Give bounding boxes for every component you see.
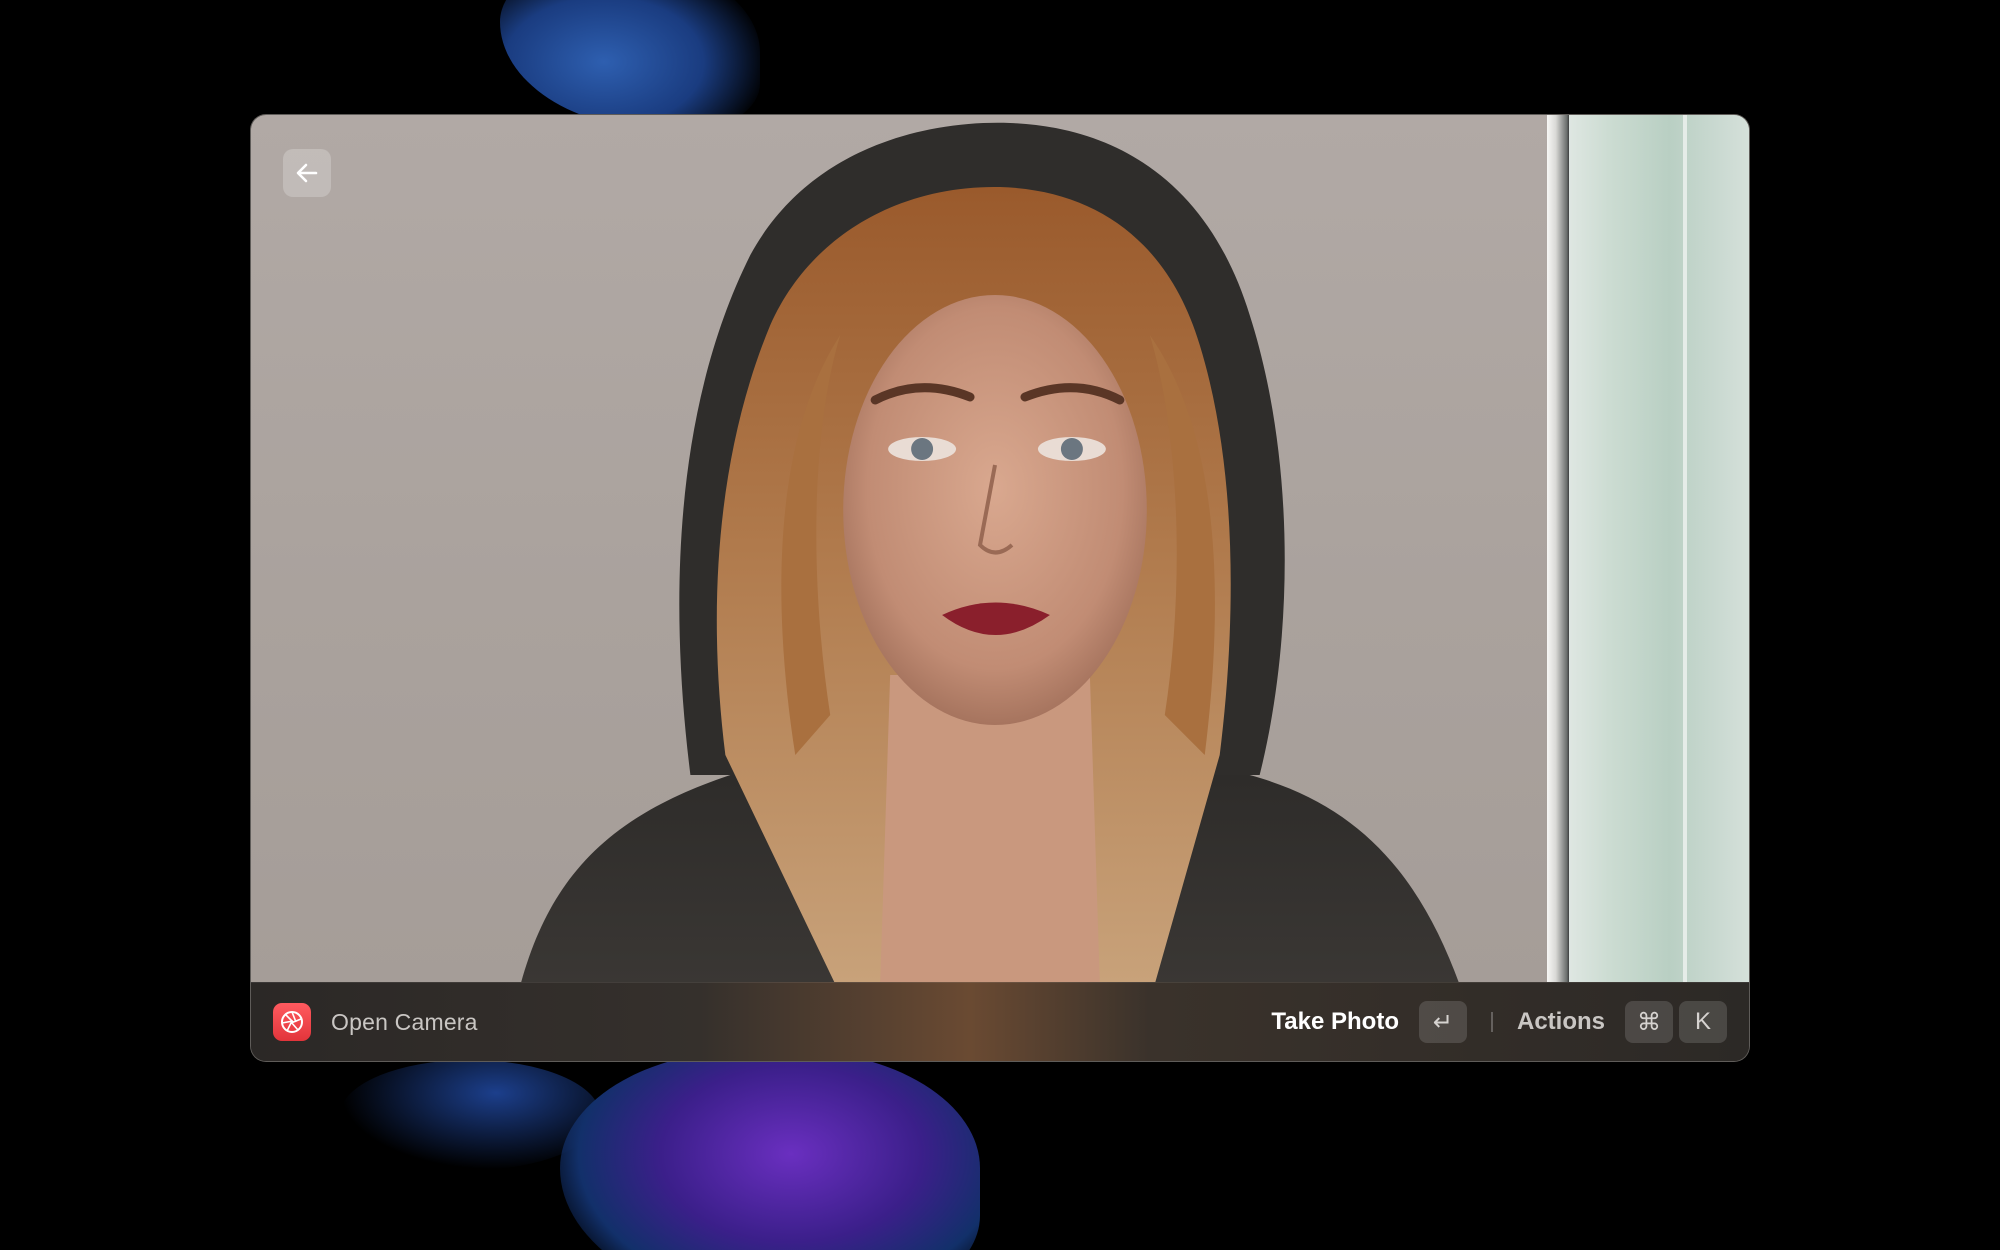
actions-button[interactable]: Actions [1517, 1008, 1605, 1036]
enter-shortcut-key[interactable]: ↵ [1418, 1001, 1467, 1043]
action-divider [1490, 1012, 1493, 1032]
action-bar: Open Camera Take Photo ↵ Actions ⌘ K [251, 982, 1749, 1061]
command-shortcut-key[interactable]: ⌘ [1625, 1001, 1673, 1043]
take-photo-button[interactable]: Take Photo [1271, 1008, 1399, 1036]
app-title: Open Camera [331, 1008, 478, 1035]
camera-window: Open Camera Take Photo ↵ Actions ⌘ K [250, 114, 1750, 1062]
wallpaper-shape-top [500, 0, 760, 130]
camera-subject [520, 122, 1460, 984]
aperture-icon [273, 1003, 311, 1041]
camera-preview [251, 115, 1749, 984]
back-button[interactable] [283, 149, 331, 197]
arrow-left-icon [296, 163, 318, 183]
wallpaper-shape-bottom [560, 1050, 980, 1250]
k-shortcut-key[interactable]: K [1679, 1001, 1727, 1043]
